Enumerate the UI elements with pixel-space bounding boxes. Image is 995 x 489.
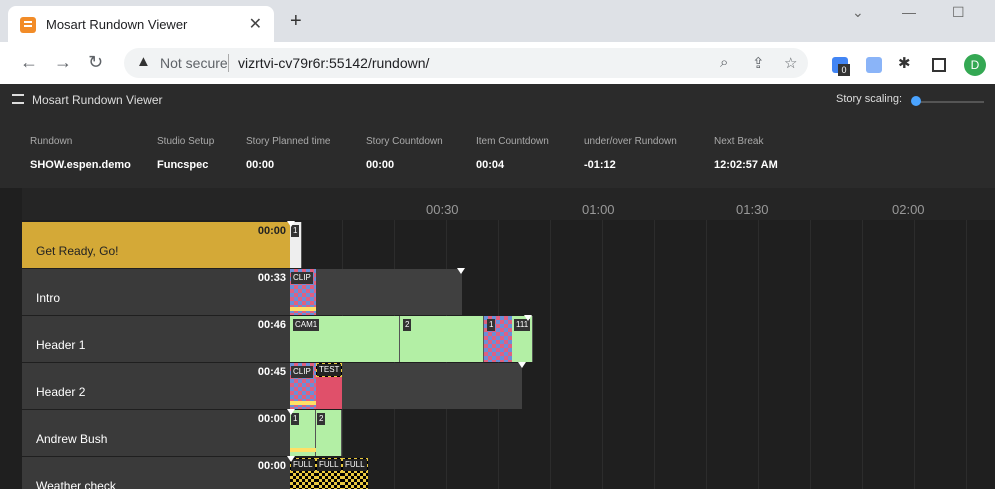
timeline-item[interactable]: 2 (400, 316, 484, 362)
new-tab-button[interactable]: + (290, 10, 302, 33)
puzzle-extensions-icon[interactable]: ✱ (898, 54, 911, 72)
tab-title: Mosart Rundown Viewer (46, 17, 188, 32)
story-end-marker (287, 409, 295, 415)
story-scaling-label: Story scaling: (836, 93, 903, 105)
ruler-tick: 01:30 (736, 202, 769, 217)
story-row[interactable]: Intro 00:33 (22, 269, 290, 315)
story-end-marker (287, 456, 295, 462)
rundown-timeline[interactable]: 00:30 01:00 01:30 02:00 Get Ready, Go! 00… (0, 188, 995, 489)
timeline-item[interactable]: FULL (290, 458, 316, 489)
story-row[interactable]: Get Ready, Go! 00:00 (22, 222, 290, 268)
address-bar[interactable]: ▲ Not secure vizrtvi-cv79r6r:55142/rundo… (124, 48, 808, 78)
ruler-tick: 02:00 (892, 202, 925, 217)
info-studio-setup: Studio Setup Funcspec (157, 136, 215, 171)
story-name: Header 1 (36, 338, 86, 352)
tab-search-icon[interactable]: ⌄ (852, 4, 864, 21)
timeline-item[interactable]: 1 (484, 316, 512, 362)
info-rundown: Rundown SHOW.espen.demo (30, 136, 131, 171)
app-title: Mosart Rundown Viewer (32, 93, 163, 107)
story-end-marker (518, 362, 526, 368)
app-logo-icon (12, 94, 24, 104)
info-story-countdown: Story Countdown 00:00 (366, 136, 443, 171)
extension-badge-count: 0 (838, 64, 850, 76)
ruler-tick: 00:30 (426, 202, 459, 217)
close-tab-icon[interactable]: ✕ (249, 14, 262, 34)
item-strip (290, 401, 316, 405)
app-favicon-icon (20, 17, 36, 33)
rundown-info-panel: Rundown SHOW.espen.demo Studio Setup Funcs… (0, 114, 995, 188)
story-row[interactable]: Andrew Bush 00:00 (22, 410, 290, 456)
not-secure-label[interactable]: Not secure (160, 55, 228, 71)
translate-extension-icon[interactable] (866, 57, 882, 73)
browser-tab-strip: Mosart Rundown Viewer ✕ + ⌄ — ☐ (0, 0, 995, 42)
story-name: Get Ready, Go! (36, 244, 119, 258)
story-row[interactable]: Weather check 00:00 (22, 457, 290, 489)
reload-icon[interactable]: ↻ (88, 52, 103, 73)
time-ruler: 00:30 01:00 01:30 02:00 (22, 188, 995, 220)
story-scaling-track[interactable] (912, 101, 984, 103)
story-duration: 00:46 (257, 319, 286, 331)
story-row[interactable]: Header 2 00:45 (22, 363, 290, 409)
story-duration: 00:33 (257, 272, 286, 284)
ruler-tick: 01:00 (582, 202, 615, 217)
info-item-countdown: Item Countdown 00:04 (476, 136, 549, 171)
back-icon[interactable]: ← (20, 52, 38, 73)
info-story-planned-time: Story Planned time 00:00 (246, 136, 331, 171)
share-icon[interactable]: ⇪ (752, 54, 765, 72)
story-duration: 00:00 (257, 413, 286, 425)
address-toolbar: ← → ↻ ▲ Not secure vizrtvi-cv79r6r:55142… (0, 42, 995, 84)
timeline-item[interactable]: TEST (316, 363, 342, 377)
story-row[interactable]: Header 1 00:46 (22, 316, 290, 362)
story-scaling-slider[interactable] (911, 96, 921, 106)
info-next-break: Next Break 12:02:57 AM (714, 136, 778, 171)
timeline-item[interactable]: 2 (316, 410, 342, 456)
maximize-button[interactable]: ☐ (952, 4, 965, 21)
divider (228, 54, 229, 72)
timeline-item[interactable]: 111 (512, 316, 533, 362)
story-duration: 00:00 (257, 460, 286, 472)
bookmark-star-icon[interactable]: ☆ (784, 54, 797, 72)
story-end-marker (524, 315, 532, 321)
url-text[interactable]: vizrtvi-cv79r6r:55142/rundown/ (238, 55, 429, 71)
story-name: Weather check (36, 479, 116, 489)
info-under-over-rundown: under/over Rundown -01:12 (584, 136, 677, 171)
story-duration: 00:45 (257, 366, 286, 378)
zoom-icon[interactable]: ⌕ (720, 54, 728, 71)
profile-avatar[interactable]: D (964, 54, 986, 76)
minimize-button[interactable]: — (902, 4, 916, 20)
story-end-marker (457, 268, 465, 274)
timeline-item[interactable]: 1 (290, 222, 302, 268)
timeline-item[interactable]: CAM1 (290, 316, 400, 362)
item-strip (290, 448, 316, 452)
timeline-item[interactable]: FULL (316, 458, 342, 489)
story-name: Intro (36, 291, 61, 305)
item-graphic (316, 377, 342, 409)
warning-icon[interactable]: ▲ (136, 53, 151, 70)
browser-tab[interactable]: Mosart Rundown Viewer ✕ (8, 6, 274, 42)
story-end-marker (287, 221, 295, 227)
story-name: Andrew Bush (36, 432, 108, 446)
item-strip (290, 307, 316, 311)
forward-icon[interactable]: → (54, 52, 72, 73)
app-header: Mosart Rundown Viewer Story scaling: (0, 84, 995, 114)
side-panel-icon[interactable] (932, 58, 946, 72)
story-duration: 00:00 (257, 225, 286, 237)
timeline-item[interactable]: FULL (342, 458, 368, 489)
story-name: Header 2 (36, 385, 86, 399)
